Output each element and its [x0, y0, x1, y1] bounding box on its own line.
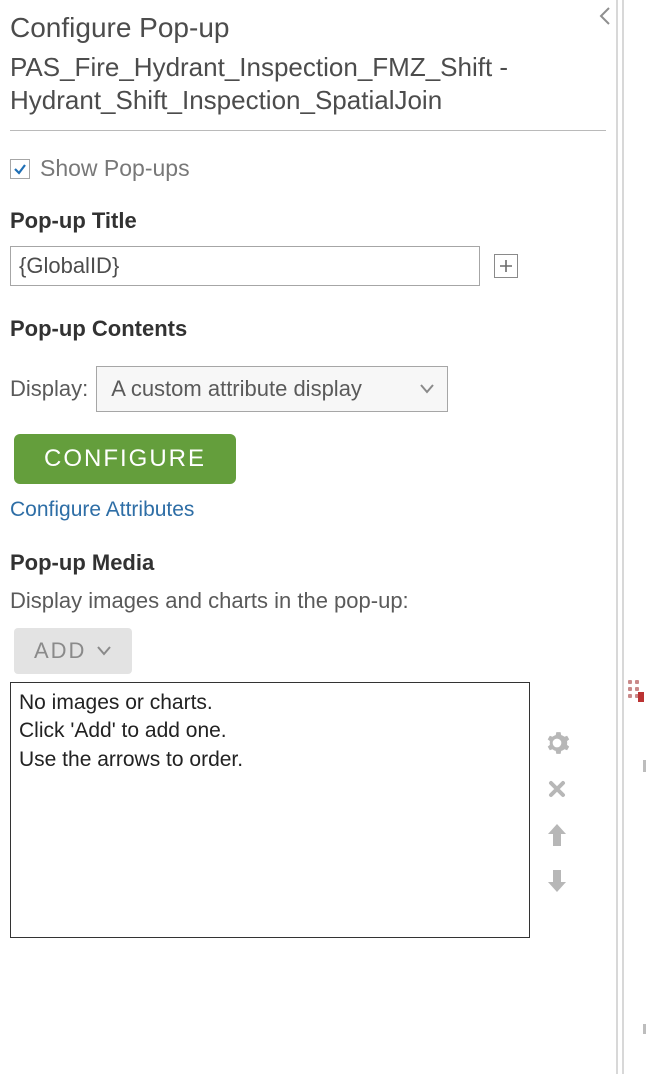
chevron-down-icon	[419, 383, 435, 395]
show-popups-checkbox[interactable]	[10, 159, 30, 179]
display-label: Display:	[10, 376, 88, 402]
show-popups-label: Show Pop-ups	[40, 155, 190, 182]
arrow-up-icon	[546, 822, 568, 848]
media-empty-line: Use the arrows to order.	[19, 746, 521, 774]
popup-contents-label: Pop-up Contents	[10, 316, 606, 342]
popup-title-label: Pop-up Title	[10, 208, 606, 234]
display-type-select[interactable]: A custom attribute display	[96, 366, 448, 412]
plus-icon	[499, 259, 513, 273]
popup-media-label: Pop-up Media	[10, 550, 606, 576]
add-media-label: ADD	[34, 638, 86, 664]
add-field-button[interactable]	[494, 254, 518, 278]
media-empty-line: No images or charts.	[19, 689, 521, 717]
configure-attributes-link[interactable]: Configure Attributes	[10, 498, 194, 522]
arrow-down-icon	[546, 868, 568, 894]
media-empty-line: Click 'Add' to add one.	[19, 717, 521, 745]
collapse-panel-button[interactable]	[598, 6, 612, 26]
display-type-value: A custom attribute display	[111, 376, 362, 402]
map-marker-icon	[638, 692, 644, 702]
gear-icon	[544, 730, 570, 756]
popup-title-input[interactable]	[10, 246, 480, 286]
panel-subtitle: PAS_Fire_Hydrant_Inspection_FMZ_Shift - …	[10, 51, 606, 116]
media-move-down-button[interactable]	[542, 866, 572, 896]
media-delete-button[interactable]	[542, 774, 572, 804]
configure-button[interactable]: CONFIGURE	[14, 434, 236, 484]
popup-media-description: Display images and charts in the pop-up:	[10, 588, 606, 614]
chevron-down-icon	[96, 645, 112, 657]
media-move-up-button[interactable]	[542, 820, 572, 850]
media-list[interactable]: No images or charts. Click 'Add' to add …	[10, 682, 530, 938]
close-icon	[545, 777, 569, 801]
header-divider	[10, 130, 606, 131]
add-media-button[interactable]: ADD	[14, 628, 132, 674]
panel-title: Configure Pop-up	[10, 10, 606, 45]
panel-resize-gutter[interactable]	[616, 0, 646, 1074]
media-settings-button[interactable]	[542, 728, 572, 758]
